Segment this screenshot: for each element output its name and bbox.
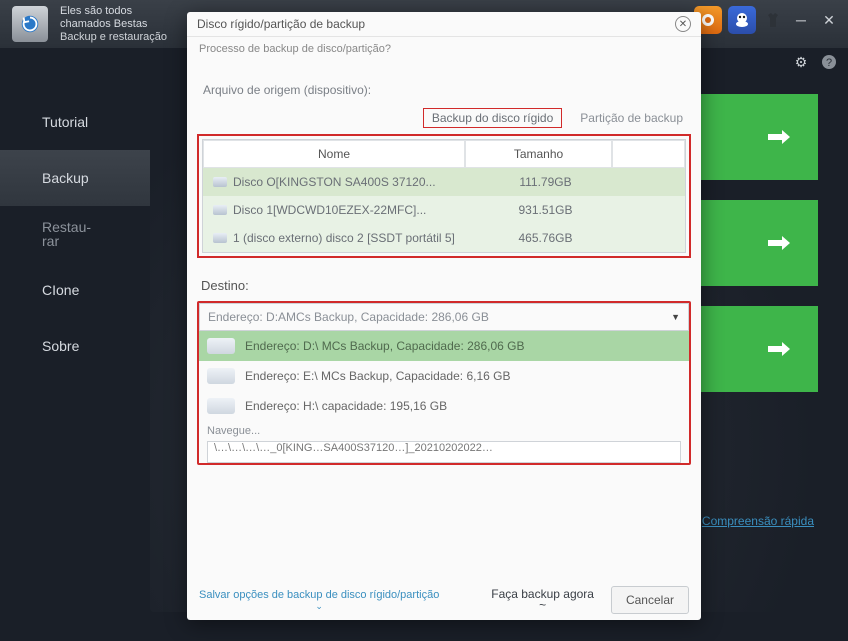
minimize-button[interactable]: ─ bbox=[790, 9, 812, 31]
save-options-link[interactable]: Salvar opções de backup de disco rígido/… bbox=[199, 589, 439, 612]
disk-table: Nome Tamanho Disco O[KINGSTON SA400S 371… bbox=[202, 139, 686, 253]
sidebar-item-backup[interactable]: Backup bbox=[0, 150, 150, 206]
arrow-right-icon bbox=[768, 342, 790, 356]
source-tabs: Backup do disco rígido Partição de backu… bbox=[197, 111, 691, 128]
drive-icon bbox=[207, 398, 235, 414]
app-title: Eles são todos chamados Bestas Backup e … bbox=[60, 5, 167, 44]
dialog-header: Disco rígido/partição de backup ✕ bbox=[187, 12, 701, 37]
shirt-icon[interactable] bbox=[762, 9, 784, 31]
close-button[interactable]: ✕ bbox=[818, 9, 840, 31]
sidebar-item-about[interactable]: Sobre bbox=[0, 318, 150, 374]
source-label: Arquivo de origem (dispositivo): bbox=[203, 83, 691, 97]
title-line3: Backup e restauração bbox=[60, 31, 167, 44]
disk-name: Disco O[KINGSTON SA400S 37120... bbox=[233, 175, 436, 189]
dialog-title: Disco rígido/partição de backup bbox=[197, 17, 365, 31]
chevron-down-icon: ⌄ bbox=[199, 601, 439, 612]
title-line1: Eles são todos bbox=[60, 5, 167, 18]
window-controls: ─ ✕ bbox=[694, 6, 840, 34]
col-size: Tamanho bbox=[465, 140, 612, 168]
destination-select[interactable]: Endereço: D:AMCs Backup, Capacidade: 286… bbox=[199, 303, 689, 331]
dialog-close-button[interactable]: ✕ bbox=[675, 16, 691, 32]
settings-icon[interactable]: ⚙ bbox=[792, 53, 810, 71]
destination-path[interactable]: \…\…\…\…_0[KING…SA400S37120…]_2021020202… bbox=[207, 441, 681, 463]
col-empty bbox=[612, 140, 685, 168]
disk-table-header: Nome Tamanho bbox=[203, 140, 685, 168]
disk-row[interactable]: Disco O[KINGSTON SA400S 37120... 111.79G… bbox=[203, 168, 685, 196]
drive-icon bbox=[207, 338, 235, 354]
disk-icon bbox=[213, 233, 227, 243]
chevron-down-icon: ▼ bbox=[671, 312, 680, 322]
tray-app-2-icon[interactable] bbox=[728, 6, 756, 34]
disk-row[interactable]: 1 (disco externo) disco 2 [SSDT portátil… bbox=[203, 224, 685, 252]
tab-hdd-backup[interactable]: Backup do disco rígido bbox=[423, 108, 562, 128]
destination-option-label: Endereço: E:\ MCs Backup, Capacidade: 6,… bbox=[245, 369, 510, 383]
backup-now-sub: ~ bbox=[539, 600, 546, 611]
destination-box: Endereço: D:AMCs Backup, Capacidade: 286… bbox=[197, 301, 691, 465]
disk-icon bbox=[213, 177, 227, 187]
destination-option[interactable]: Endereço: E:\ MCs Backup, Capacidade: 6,… bbox=[199, 361, 689, 391]
backup-dialog: Disco rígido/partição de backup ✕ Proces… bbox=[187, 12, 701, 620]
backup-now-button[interactable]: Faça backup agora ~ bbox=[484, 586, 601, 614]
arrow-right-icon bbox=[768, 236, 790, 250]
disk-icon bbox=[213, 205, 227, 215]
drive-icon bbox=[207, 368, 235, 384]
disk-size: 465.76GB bbox=[473, 231, 618, 245]
disk-name: Disco 1[WDCWD10EZEX-22MFC]... bbox=[233, 203, 426, 217]
dialog-actions: Faça backup agora ~ Cancelar bbox=[484, 586, 689, 614]
destination-option[interactable]: Endereço: H:\ capacidade: 195,16 GB bbox=[199, 391, 689, 421]
dialog-body: Arquivo de origem (dispositivo): Backup … bbox=[197, 69, 691, 473]
destination-option-label: Endereço: H:\ capacidade: 195,16 GB bbox=[245, 399, 447, 413]
help-icon[interactable]: ? bbox=[820, 53, 838, 71]
col-name: Nome bbox=[203, 140, 465, 168]
destination-dropdown: Endereço: D:\ MCs Backup, Capacidade: 28… bbox=[199, 331, 689, 441]
sidebar-item-tutorial[interactable]: Tutorial bbox=[0, 94, 150, 150]
arrow-right-icon bbox=[768, 130, 790, 144]
disk-size: 111.79GB bbox=[473, 175, 618, 189]
destination-label: Destino: bbox=[201, 278, 691, 293]
disk-size: 931.51GB bbox=[473, 203, 618, 217]
save-options-label: Salvar opções de backup de disco rígido/… bbox=[199, 589, 439, 601]
browse-option[interactable]: Navegue... bbox=[199, 421, 689, 441]
sidebar-item-clone[interactable]: CIone bbox=[0, 262, 150, 318]
destination-value: Endereço: D:AMCs Backup, Capacidade: 286… bbox=[208, 310, 489, 324]
tab-partition-backup[interactable]: Partição de backup bbox=[580, 111, 683, 128]
disk-name: 1 (disco externo) disco 2 [SSDT portátil… bbox=[233, 231, 455, 245]
disk-list: Nome Tamanho Disco O[KINGSTON SA400S 371… bbox=[197, 134, 691, 258]
dialog-subtitle: Processo de backup de disco/partição? bbox=[187, 37, 701, 61]
title-line2: chamados Bestas bbox=[60, 18, 167, 31]
cancel-button[interactable]: Cancelar bbox=[611, 586, 689, 614]
app-icon bbox=[12, 6, 48, 42]
svg-text:?: ? bbox=[826, 57, 832, 69]
quick-understand-link[interactable]: Compreensão rápida bbox=[702, 514, 814, 528]
destination-option[interactable]: Endereço: D:\ MCs Backup, Capacidade: 28… bbox=[199, 331, 689, 361]
disk-row[interactable]: Disco 1[WDCWD10EZEX-22MFC]... 931.51GB bbox=[203, 196, 685, 224]
sidebar: Tutorial Backup Restau- rar CIone Sobre bbox=[0, 76, 150, 612]
dialog-footer: Salvar opções de backup de disco rígido/… bbox=[187, 586, 701, 614]
sidebar-item-restore[interactable]: Restau- rar bbox=[0, 206, 150, 262]
destination-option-label: Endereço: D:\ MCs Backup, Capacidade: 28… bbox=[245, 339, 525, 353]
